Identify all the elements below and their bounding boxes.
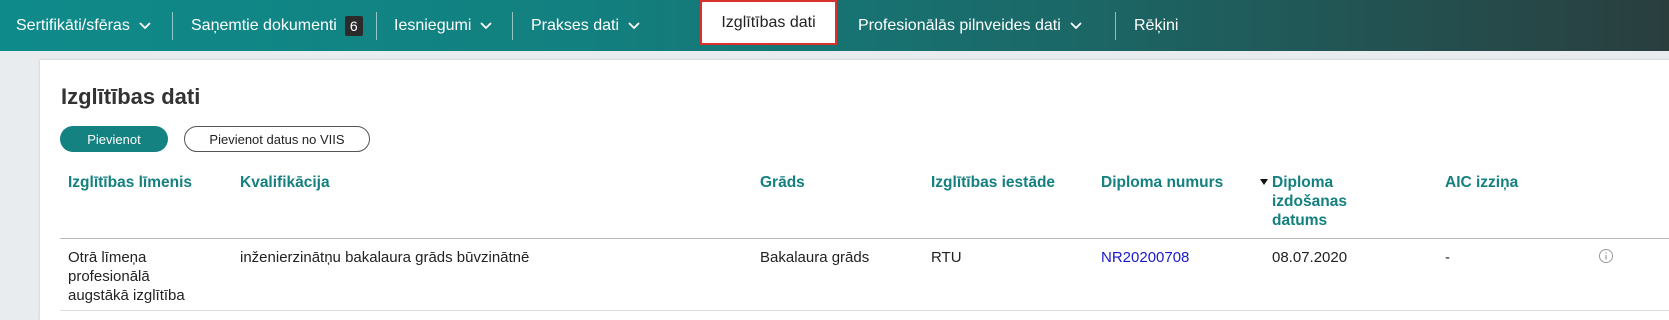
column-header-degree[interactable]: Grāds	[760, 173, 880, 192]
cell-issue-date: 08.07.2020	[1272, 249, 1348, 266]
nav-item-label: Iesniegumi	[394, 16, 472, 34]
nav-separator	[376, 12, 377, 40]
nav-item-label: Rēķini	[1134, 16, 1179, 34]
column-header-level[interactable]: Izglītības līmenis	[68, 173, 218, 192]
diploma-number-link[interactable]: NR20200708	[1101, 249, 1189, 266]
nav-item-izglitibas-dati[interactable]: Izglītības dati	[700, 0, 837, 45]
nav-separator	[172, 12, 173, 40]
cell-qualification: inženierzinātņu bakalaura grāds būvzināt…	[240, 249, 530, 266]
import-from-viis-button[interactable]: Pievienot datus no VIIS	[184, 126, 370, 152]
top-navigation: Sertifikāti/sfēras Saņemtie dokumenti 6 …	[0, 0, 1669, 51]
nav-separator	[1115, 12, 1116, 40]
cell-level: Otrā līmeņa profesionālā augstākā izglīt…	[68, 249, 185, 304]
column-header-institution[interactable]: Izglītības iestāde	[931, 173, 1091, 192]
chevron-down-icon	[480, 21, 493, 29]
info-icon[interactable]	[1598, 248, 1614, 264]
add-button[interactable]: Pievienot	[60, 126, 168, 152]
nav-item-sertifikati[interactable]: Sertifikāti/sfēras	[16, 0, 152, 51]
column-header-qualification[interactable]: Kvalifikācija	[240, 173, 540, 192]
column-header-diploma-number[interactable]: Diploma numurs	[1101, 173, 1251, 192]
cell-degree: Bakalaura grāds	[760, 249, 870, 266]
column-header-aic[interactable]: AIC izziņa	[1445, 173, 1565, 192]
nav-item-label: Izglītības dati	[721, 13, 816, 31]
nav-item-label: Sertifikāti/sfēras	[16, 16, 130, 34]
cell-aic: -	[1445, 249, 1450, 266]
content-card: Izglītības dati Pievienot Pievienot datu…	[40, 60, 1669, 320]
nav-separator	[512, 12, 513, 40]
chevron-down-icon	[1070, 21, 1082, 29]
nav-item-rekini[interactable]: Rēķini	[1134, 0, 1178, 51]
nav-item-profesionalas-pilnveides-dati[interactable]: Profesionālās pilnveides dati	[858, 0, 1083, 51]
cell-diploma-number: NR20200708	[1101, 248, 1251, 267]
page-title: Izglītības dati	[61, 84, 201, 109]
count-badge: 6	[344, 15, 363, 36]
nav-item-label: Saņemtie dokumenti	[191, 16, 337, 34]
chevron-down-icon	[628, 21, 640, 29]
nav-item-sanemtie-dokumenti[interactable]: Saņemtie dokumenti 6	[191, 0, 363, 51]
row-divider	[60, 310, 1669, 311]
cell-institution: RTU	[931, 249, 962, 266]
column-header-issue-date[interactable]: Diploma izdošanas datums	[1272, 173, 1362, 230]
header-divider	[60, 238, 1669, 239]
nav-item-label: Profesionālās pilnveides dati	[858, 16, 1061, 34]
nav-item-prakses-dati[interactable]: Prakses dati	[531, 0, 641, 51]
chevron-down-icon	[139, 21, 151, 29]
sort-desc-icon	[1260, 179, 1268, 185]
nav-item-label: Prakses dati	[531, 16, 620, 34]
nav-item-iesniegumi[interactable]: Iesniegumi	[394, 0, 493, 51]
